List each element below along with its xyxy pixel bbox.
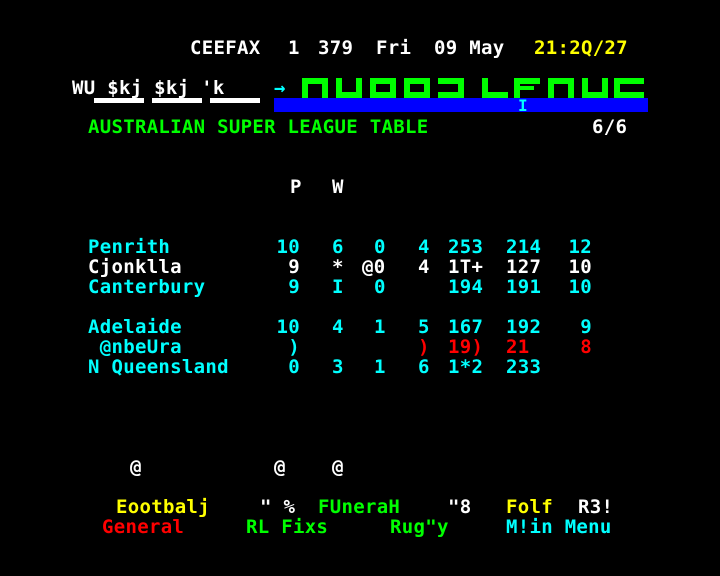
table-row-played: 0 xyxy=(288,356,300,378)
table-row-drawn: 0 xyxy=(374,236,386,258)
table-row-against: 192 xyxy=(506,316,542,338)
table-row-for: 194 xyxy=(448,276,484,298)
table-row-points: 8 xyxy=(580,336,592,358)
table-row-against: 127 xyxy=(506,256,542,278)
table-row-lost: 4 xyxy=(418,256,430,278)
underline-1 xyxy=(94,98,144,103)
page-title: AUSTRALIAN SUPER LEAGUE TABLE xyxy=(88,116,429,138)
fastext-glyph: " % xyxy=(260,496,296,518)
table-row-for: 19) xyxy=(448,336,484,358)
fastext-football-link[interactable]: Eootbalj xyxy=(116,497,210,517)
table-row-lost: ) xyxy=(418,336,430,358)
table-row-drawn: 1 xyxy=(374,356,386,378)
table-row-against: 214 xyxy=(506,236,542,258)
table-row-team: Canterbury xyxy=(88,276,206,298)
fastext-yellow-rugby-button[interactable]: Rug"y xyxy=(390,517,449,537)
table-row-against: 191 xyxy=(506,276,542,298)
page-number: 379 xyxy=(318,37,354,59)
fastext-red-general-button[interactable]: General xyxy=(102,517,184,537)
arrow-icon: → xyxy=(274,77,286,99)
table-row-played: 10 xyxy=(276,316,300,338)
table-row-played: 10 xyxy=(276,236,300,258)
date-label: 09 May xyxy=(434,37,505,59)
fastext-glyph: "8 xyxy=(448,496,472,518)
section-glyphs: WU $kj $kj 'k xyxy=(72,77,225,99)
table-row-lost: 4 xyxy=(418,236,430,258)
table-row-drawn: @0 xyxy=(362,256,386,278)
table-row-for: 253 xyxy=(448,236,484,258)
fastext-page-ref: R3! xyxy=(578,496,614,518)
service-name: CEEFAX xyxy=(190,37,261,59)
table-row-points: 10 xyxy=(568,256,592,278)
table-row-points: 9 xyxy=(580,316,592,338)
fastext-cyan-main-menu-button[interactable]: M!in Menu xyxy=(506,517,612,537)
channel-number: 1 xyxy=(288,37,300,59)
table-row-won: 6 xyxy=(332,236,344,258)
column-header-won: W xyxy=(332,176,344,198)
table-row-team: Penrith xyxy=(88,236,171,258)
fastext-funeral-link[interactable]: FUneraH xyxy=(318,497,400,517)
table-row-team: Adelaide xyxy=(88,316,182,338)
table-row-won: 3 xyxy=(332,356,344,378)
table-row-for: 1*2 xyxy=(448,356,484,378)
table-row-for: 1T+ xyxy=(448,256,484,278)
table-row-team: Cjonklla xyxy=(88,256,182,278)
table-row-against: 233 xyxy=(506,356,542,378)
table-row-played: 9 xyxy=(288,256,300,278)
table-row-against: 21 xyxy=(506,336,530,358)
table-row-for: 167 xyxy=(448,316,484,338)
table-row-points: 10 xyxy=(568,276,592,298)
banner-cursor-glyph: I xyxy=(518,96,528,115)
underline-3 xyxy=(210,98,260,103)
table-row-lost: 6 xyxy=(418,356,430,378)
banner-bar xyxy=(274,98,648,112)
table-row-team: N Queensland xyxy=(88,356,229,378)
page-counter: 6/6 xyxy=(592,116,628,138)
footnote-glyph: @ xyxy=(332,456,344,478)
table-row-drawn: 1 xyxy=(374,316,386,338)
day-label: Fri xyxy=(376,37,412,59)
table-row-points: 12 xyxy=(568,236,592,258)
underline-2 xyxy=(152,98,202,103)
table-row-won: 4 xyxy=(332,316,344,338)
table-row-team: @nbeUra xyxy=(88,336,182,358)
table-row-drawn: 0 xyxy=(374,276,386,298)
table-row-won: I xyxy=(332,276,344,298)
clock: 21:2Q/27 xyxy=(534,37,628,59)
fastext-green-rl-fixtures-button[interactable]: RL Fixs xyxy=(246,517,328,537)
table-row-won: * xyxy=(332,256,344,278)
fastext-golf-link[interactable]: Folf xyxy=(506,497,553,517)
footnote-glyph: @ xyxy=(274,456,286,478)
column-header-played: P xyxy=(290,176,302,198)
footnote-glyph: @ xyxy=(130,456,142,478)
table-row-lost: 5 xyxy=(418,316,430,338)
table-row-played: 9 xyxy=(288,276,300,298)
table-row-played: ) xyxy=(288,336,300,358)
